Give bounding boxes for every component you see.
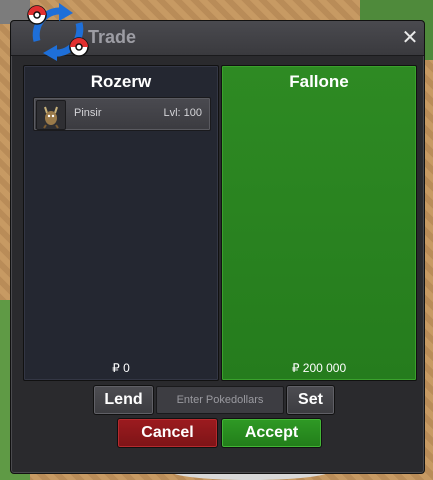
- window-title: Trade: [88, 27, 137, 47]
- pinsir-sprite-icon: [36, 100, 66, 130]
- trade-icon: [27, 3, 89, 61]
- trade-window: Trade ✕ Rozerw Pinsir Lvl: 100 ₽ 0 Fallo…: [10, 3, 425, 474]
- my-player-name: Rozerw: [90, 72, 152, 91]
- cancel-button[interactable]: Cancel: [117, 418, 218, 448]
- my-money-offer: ₽ 0: [112, 361, 130, 375]
- partner-player-name: Fallone: [289, 72, 349, 91]
- partner-money-offer: ₽ 200 000: [291, 361, 347, 375]
- offered-pokemon-slot[interactable]: Pinsir Lvl: 100: [33, 97, 211, 131]
- lend-button[interactable]: Lend: [93, 385, 154, 415]
- close-icon[interactable]: ✕: [400, 27, 420, 47]
- pokemon-level: Lvl: 100: [163, 107, 202, 119]
- partner-offer-panel: Fallone ₽ 200 000: [221, 65, 417, 381]
- my-offer-panel: Rozerw Pinsir Lvl: 100 ₽ 0: [23, 65, 219, 381]
- accept-button[interactable]: Accept: [221, 418, 322, 448]
- pokedollars-input[interactable]: [156, 386, 284, 414]
- pokemon-name: Pinsir: [74, 107, 102, 119]
- set-money-button[interactable]: Set: [286, 385, 335, 415]
